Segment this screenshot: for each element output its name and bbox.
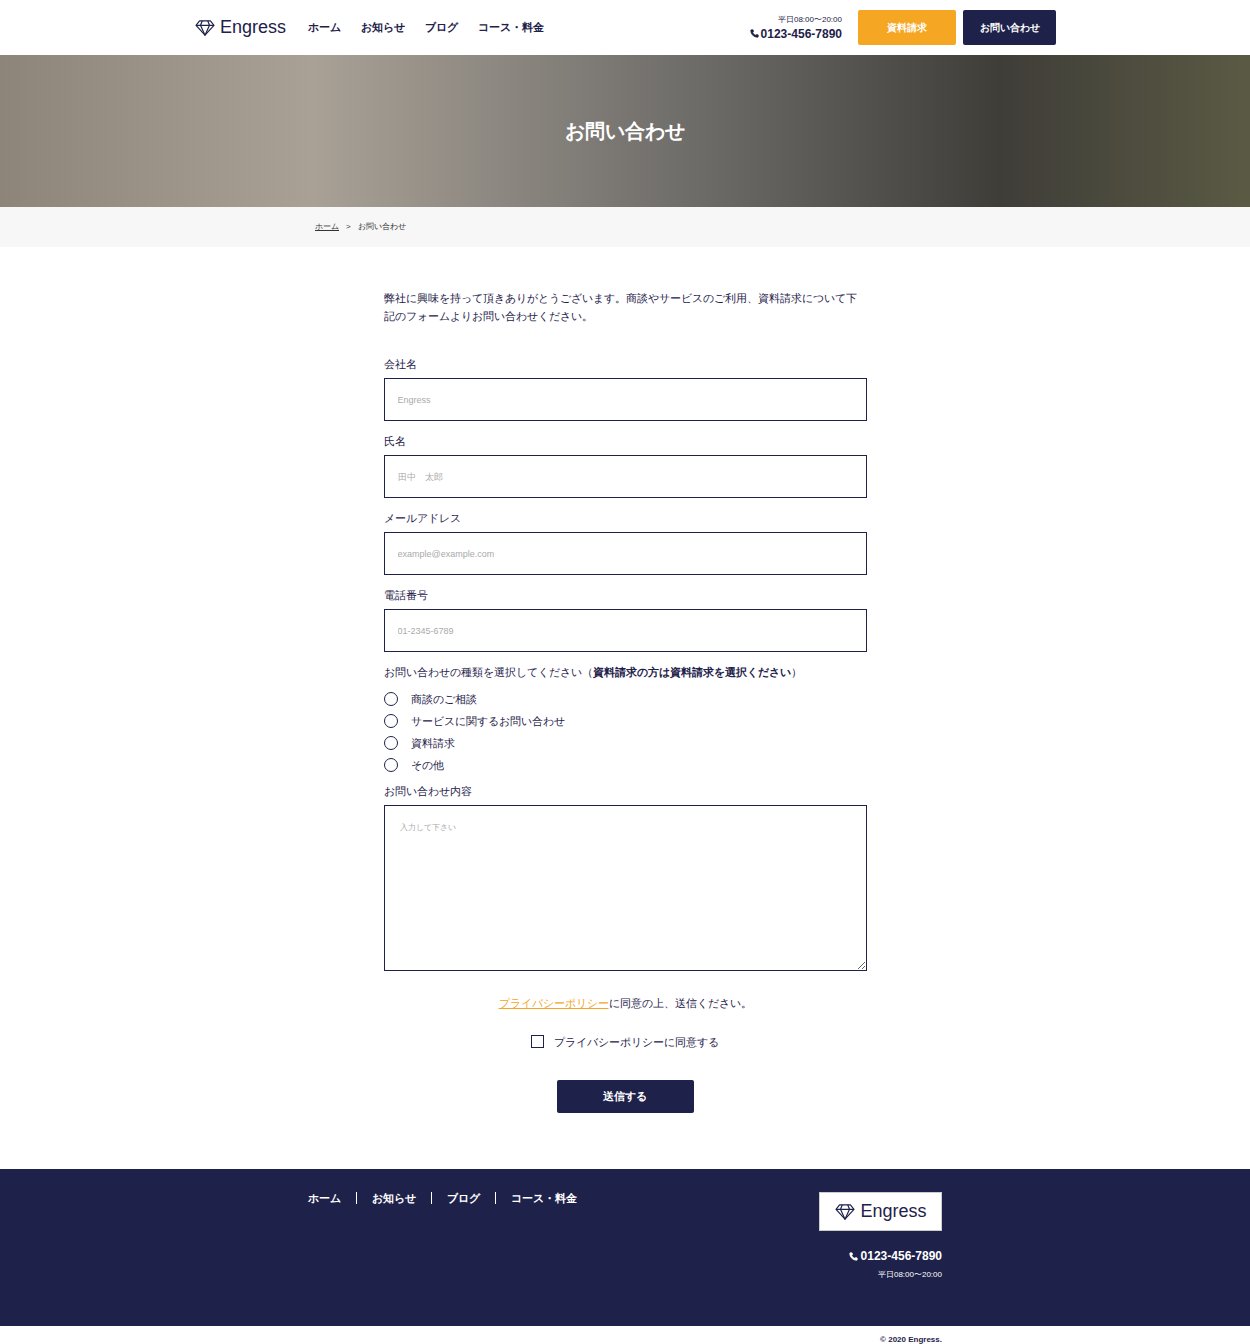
breadcrumb-item: お問い合わせ xyxy=(358,221,406,233)
intro-text: 弊社に興味を持って頂きありがとうございます。商談やサービスのご利用、資料請求につ… xyxy=(384,289,867,325)
radio-circle[interactable] xyxy=(384,758,398,772)
contact-button[interactable]: お問い合わせ xyxy=(963,10,1056,45)
hero: お問い合わせ xyxy=(0,55,1250,207)
radio-option[interactable]: その他 xyxy=(384,754,867,776)
message-field: お問い合わせ内容 xyxy=(384,784,867,971)
text-input[interactable] xyxy=(384,532,867,575)
diamond-logo-icon xyxy=(194,19,216,37)
privacy-note: プライバシーポリシーに同意の上、送信ください。 xyxy=(384,995,867,1012)
nav-item[interactable]: コース・料金 xyxy=(478,19,544,36)
radio-circle[interactable] xyxy=(384,692,398,706)
phone-icon xyxy=(849,1252,858,1261)
footer-nav: ホームお知らせブログコース・料金 xyxy=(308,1192,592,1204)
privacy-checkbox[interactable]: プライバシーポリシーに同意する xyxy=(384,1034,867,1051)
contact-form: 弊社に興味を持って頂きありがとうございます。商談やサービスのご利用、資料請求につ… xyxy=(384,247,867,1169)
text-input[interactable] xyxy=(384,609,867,652)
breadcrumb-item[interactable]: ホーム xyxy=(315,221,339,233)
logo[interactable]: Engress xyxy=(194,14,286,41)
form-field: 氏名 xyxy=(384,434,867,498)
hero-title: お問い合わせ xyxy=(565,116,685,146)
header: Engress ホーム お知らせ ブログ コース・料金 平日08:00〜20:000123… xyxy=(0,0,1250,55)
footer-nav-item[interactable]: ブログ xyxy=(431,1192,495,1204)
footer: ホームお知らせブログコース・料金Engress0123-456-7890平日08… xyxy=(0,1169,1250,1326)
copyright-bar: © 2020 Engress. xyxy=(308,1326,942,1344)
radio-circle[interactable] xyxy=(384,714,398,728)
breadcrumb: ホーム > お問い合わせ xyxy=(0,207,1250,247)
footer-nav-item[interactable]: コース・料金 xyxy=(495,1192,592,1204)
text-input[interactable] xyxy=(384,455,867,498)
text-input[interactable] xyxy=(384,378,867,421)
page: Engressホームお知らせブログコース・料金平日08:00〜20:000123… xyxy=(0,0,1250,1344)
footer-nav-item[interactable]: ホーム xyxy=(308,1192,356,1204)
form-field: メールアドレス xyxy=(384,511,867,575)
radio-circle[interactable] xyxy=(384,736,398,750)
radio-option[interactable]: サービスに関するお問い合わせ xyxy=(384,710,867,732)
nav-item[interactable]: ブログ xyxy=(425,19,458,36)
breadcrumb-separator: > xyxy=(346,221,351,233)
radio-option[interactable]: 資料請求 xyxy=(384,732,867,754)
form-field: 会社名 xyxy=(384,357,867,421)
footer-nav-item[interactable]: お知らせ xyxy=(356,1192,431,1204)
radio-option[interactable]: 商談のご相談 xyxy=(384,688,867,710)
request-button[interactable]: 資料請求 xyxy=(858,10,956,45)
submit-button[interactable]: 送信する xyxy=(557,1080,694,1113)
nav-item[interactable]: ホーム xyxy=(308,19,341,36)
phone-icon xyxy=(750,29,759,38)
inquiry-type: お問い合わせの種類を選択してください（資料請求の方は資料請求を選択ください）商談… xyxy=(384,665,867,776)
form-field: 電話番号 xyxy=(384,588,867,652)
nav-item[interactable]: お知らせ xyxy=(361,19,405,36)
contact-phone: 平日08:00〜20:000123-456-7890 xyxy=(750,14,842,42)
message-textarea[interactable] xyxy=(384,805,867,971)
header-nav: ホーム お知らせ ブログ コース・料金 xyxy=(308,19,544,36)
footer-logo[interactable]: Engress xyxy=(819,1192,942,1231)
privacy-link[interactable]: プライバシーポリシー xyxy=(499,997,609,1009)
diamond-logo-icon xyxy=(834,1203,856,1221)
